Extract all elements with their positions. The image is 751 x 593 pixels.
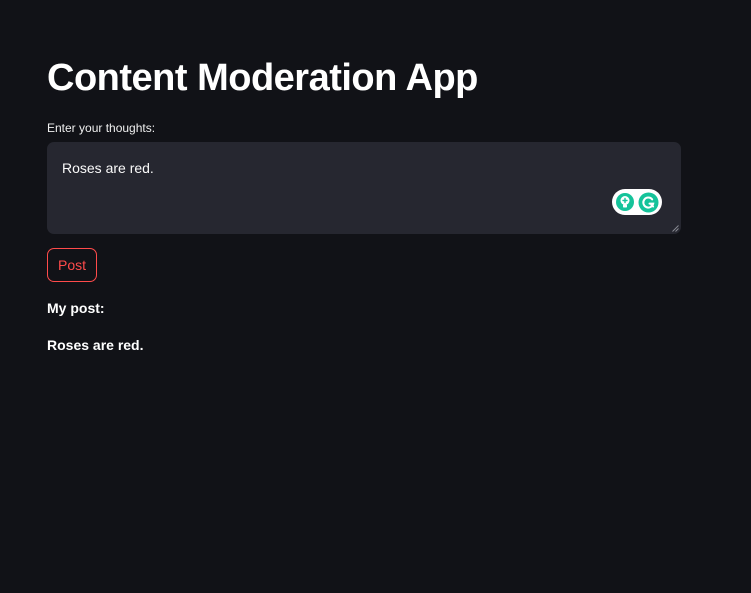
page-title: Content Moderation App	[47, 57, 478, 99]
thoughts-textarea[interactable]: Roses are red.	[47, 142, 681, 234]
lightbulb-icon[interactable]	[615, 192, 635, 212]
resize-handle-icon[interactable]	[672, 225, 679, 232]
post-content-text: Roses are red.	[47, 337, 144, 353]
my-post-heading: My post:	[47, 300, 105, 316]
post-button[interactable]: Post	[47, 248, 97, 282]
thoughts-field-label: Enter your thoughts:	[47, 121, 156, 135]
grammarly-icon[interactable]	[638, 192, 659, 213]
grammarly-widget[interactable]	[612, 189, 662, 215]
app-page: Content Moderation App Enter your though…	[0, 0, 751, 593]
thoughts-textarea-value[interactable]: Roses are red.	[62, 160, 154, 177]
